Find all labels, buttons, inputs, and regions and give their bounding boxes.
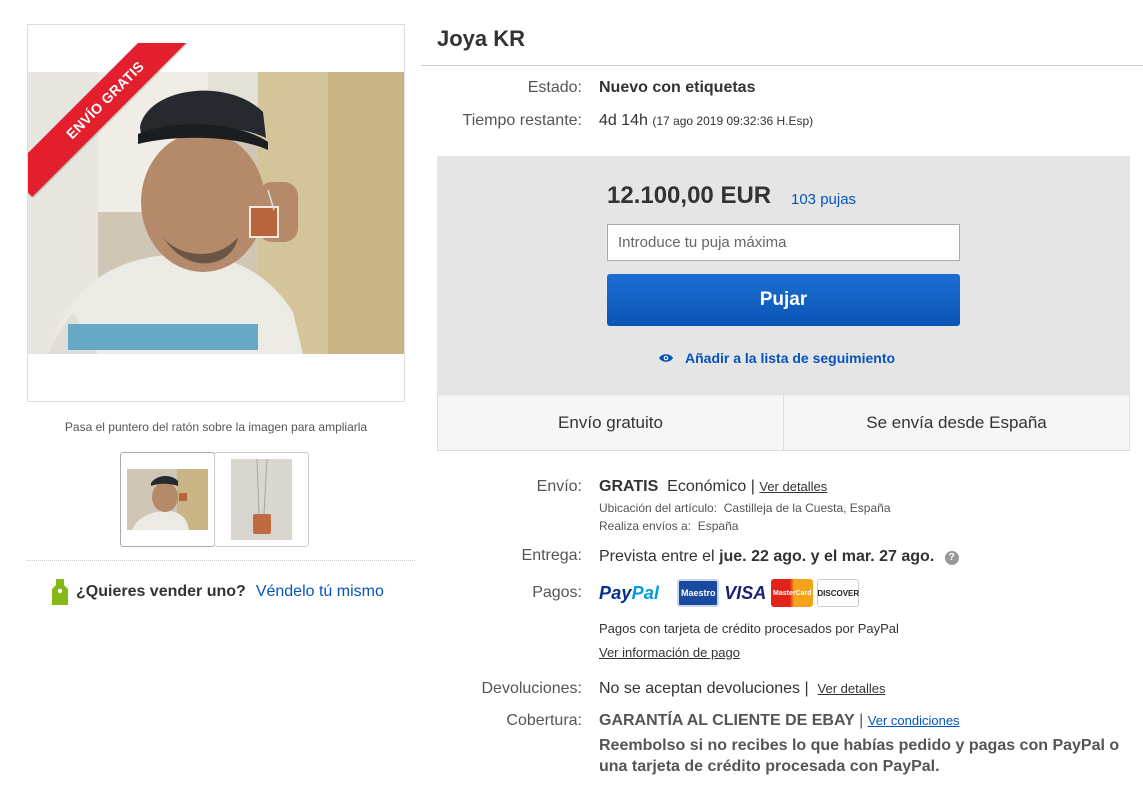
item-location: Ubicación del artículo: Castilleja de la… (599, 501, 891, 515)
eye-icon (659, 354, 673, 362)
shipping-free: GRATIS (599, 478, 659, 495)
main-image-frame[interactable]: ENVÍO GRATIS (27, 24, 405, 402)
sell-question: ¿Quieres vender uno? (76, 583, 246, 600)
ships-to-value: España (697, 519, 739, 533)
max-bid-input[interactable] (607, 224, 960, 261)
time-left-end-date: (17 ago 2019 09:32:36 H.Esp) (652, 114, 814, 128)
returns-label: Devoluciones: (481, 680, 583, 697)
condition-label: Estado: (527, 79, 582, 96)
ships-to-label: Realiza envíos a: (599, 519, 692, 533)
coverage-value: GARANTÍA AL CLIENTE DE EBAY | Ver condic… (599, 712, 960, 729)
discover-label: DISCOVER (817, 588, 860, 598)
sell-it-yourself-link[interactable]: Véndelo tú mismo (256, 583, 384, 601)
thumbnail-2-image (231, 459, 292, 540)
price-tag-icon (52, 579, 68, 605)
delivery-label: Entrega: (521, 547, 582, 564)
location-value: Castilleja de la Cuesta, España (723, 501, 891, 515)
bid-count-link[interactable]: 103 pujas (791, 191, 856, 208)
ships-from-panel: Se envía desde España (783, 395, 1129, 450)
shipping-value: GRATIS Económico | Ver detalles (599, 478, 828, 495)
paypal-logo-part-2: Pal (631, 582, 660, 603)
item-title: Joya KR (437, 26, 526, 51)
paypal-logo: PayPal (599, 583, 659, 604)
condition-value: Nuevo con etiquetas (599, 79, 756, 96)
shipping-details-link[interactable]: Ver detalles (759, 479, 827, 494)
coverage-text-line-1: Reembolso si no recibes lo que habías pe… (599, 737, 1120, 754)
coverage-conditions-link[interactable]: Ver condiciones (868, 713, 960, 728)
payments-note: Pagos con tarjeta de crédito procesados … (599, 621, 899, 636)
thumbnail-strip (120, 452, 309, 547)
visa-card-icon: VISA (723, 579, 767, 607)
coverage-description: Reembolso si no recibes lo que habías pe… (599, 735, 1119, 777)
time-left-duration: 4d 14h (599, 112, 648, 129)
divider (27, 560, 415, 561)
thumbnail-2[interactable] (214, 452, 309, 547)
add-to-watchlist-link[interactable]: Añadir a la lista de seguimiento (659, 350, 895, 366)
location-label: Ubicación del artículo: (599, 501, 718, 515)
ribbon-text: ENVÍO GRATIS (28, 43, 202, 197)
coverage-title: GARANTÍA AL CLIENTE DE EBAY (599, 712, 855, 729)
returns-value: No se aceptan devoluciones | Ver detalle… (599, 680, 886, 697)
delivery-dates: jue. 22 ago. y el mar. 27 ago. (719, 548, 935, 565)
returns-details-link[interactable]: Ver detalles (818, 681, 886, 696)
maestro-label: Maestro (681, 588, 716, 598)
delivery-value: Prevista entre el jue. 22 ago. y el mar.… (599, 548, 959, 566)
payment-methods: PayPal Maestro VISA MasterCard DISCOVER (599, 579, 863, 607)
time-left-label: Tiempo restante: (462, 112, 582, 129)
shipping-label: Envío: (536, 478, 582, 495)
bid-panel: 12.100,00 EUR 103 pujas Pujar Añadir a l… (437, 156, 1130, 394)
payment-info-link[interactable]: Ver información de pago (599, 645, 740, 660)
mastercard-card-icon: MasterCard (771, 579, 814, 607)
thumbnail-1-image (127, 469, 208, 530)
discover-card-icon: DISCOVER (817, 579, 860, 607)
help-icon[interactable]: ? (944, 551, 959, 565)
watchlist-label: Añadir a la lista de seguimiento (685, 350, 896, 366)
maestro-card-icon: Maestro (677, 579, 720, 607)
free-shipping-ribbon: ENVÍO GRATIS (28, 43, 223, 203)
paypal-logo-part-1: Pay (599, 582, 632, 603)
shipping-service: Económico (667, 478, 747, 495)
time-left-value: 4d 14h (17 ago 2019 09:32:36 H.Esp) (599, 112, 813, 130)
shipping-summary: Envío gratuito Se envía desde España (437, 394, 1130, 451)
payment-info-link-wrap: Ver información de pago (599, 644, 740, 662)
zoom-hint: Pasa el puntero del ratón sobre la image… (64, 420, 368, 434)
payments-label: Pagos: (532, 584, 582, 601)
thumbnail-1[interactable] (120, 452, 215, 547)
current-price: 12.100,00 EUR (607, 182, 772, 209)
sell-one-row: ¿Quieres vender uno? Véndelo tú mismo (52, 579, 384, 605)
coverage-label: Cobertura: (506, 712, 582, 729)
coverage-text-line-2: una tarjeta de crédito procesada con Pay… (599, 758, 940, 775)
returns-policy: No se aceptan devoluciones (599, 680, 801, 697)
free-shipping-panel: Envío gratuito (558, 412, 663, 432)
delivery-prefix: Prevista entre el (599, 548, 715, 565)
place-bid-button[interactable]: Pujar (607, 274, 960, 326)
ships-to: Realiza envíos a: España (599, 519, 738, 533)
title-divider (421, 65, 1143, 66)
visa-label: VISA (724, 582, 767, 603)
mastercard-label: MasterCard (773, 589, 812, 597)
